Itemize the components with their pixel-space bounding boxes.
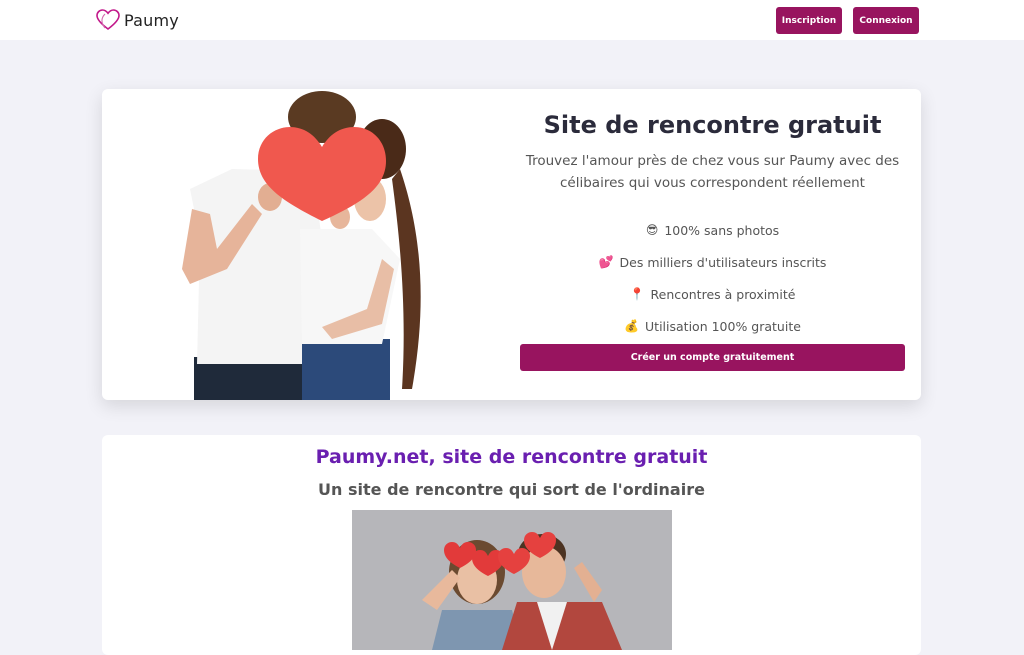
navbar: Paumy Inscription Connexion [0,0,1024,40]
feature-list: 😎 100% sans photos 💕 Des milliers d'util… [520,214,905,342]
login-button[interactable]: Connexion [853,7,919,34]
feature-item: 📍 Rencontres à proximité [520,278,905,310]
hero-card: Site de rencontre gratuit Trouvez l'amou… [102,89,921,400]
couple-photo [352,510,672,650]
section-title: Paumy.net, site de rencontre gratuit [315,446,708,468]
pin-emoji-icon: 📍 [629,287,645,301]
signup-button[interactable]: Inscription [776,7,842,34]
hero-subtitle: Trouvez l'amour près de chez vous sur Pa… [525,153,900,191]
sunglasses-emoji-icon: 😎 [645,223,659,237]
section-subtitle: Un site de rencontre qui sort de l'ordin… [318,480,705,499]
brand-name: Paumy [124,10,179,30]
two-hearts-emoji-icon: 💕 [598,255,614,269]
heart-logo-icon [96,9,120,31]
feature-label: Utilisation 100% gratuite [645,318,801,334]
feature-item: 💕 Des milliers d'utilisateurs inscrits [520,246,905,278]
feature-label: Rencontres à proximité [650,286,796,302]
money-bag-emoji-icon: 💰 [624,319,640,333]
hero-title: Site de rencontre gratuit [543,111,882,139]
create-account-button[interactable]: Créer un compte gratuitement [520,344,905,371]
feature-item: 😎 100% sans photos [520,214,905,246]
info-section: Paumy.net, site de rencontre gratuit Un … [102,435,921,655]
couple-heart-illustration [182,91,421,400]
feature-item: 💰 Utilisation 100% gratuite [520,310,905,342]
brand-link[interactable]: Paumy [96,8,179,32]
feature-label: Des milliers d'utilisateurs inscrits [619,254,827,270]
feature-label: 100% sans photos [664,222,780,238]
